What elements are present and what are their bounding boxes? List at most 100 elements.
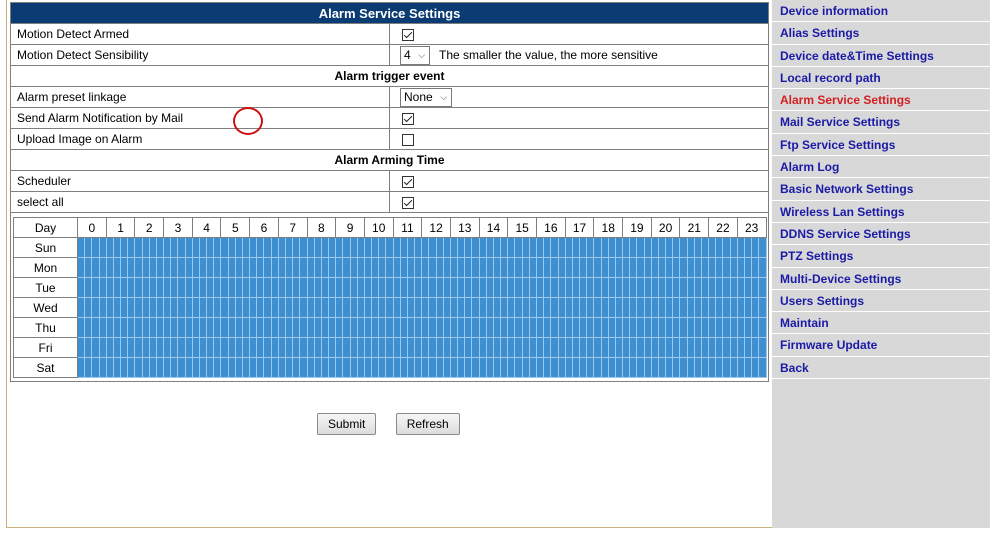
hour-header[interactable]: 3 — [163, 217, 193, 238]
schedule-slot[interactable] — [449, 297, 459, 318]
schedule-slot[interactable] — [191, 337, 200, 358]
schedule-slot[interactable] — [428, 277, 437, 298]
schedule-slot[interactable] — [457, 337, 466, 358]
schedule-slot[interactable] — [722, 337, 731, 358]
schedule-slot[interactable] — [249, 337, 258, 358]
schedule-slot[interactable] — [528, 277, 538, 298]
schedule-slot[interactable] — [543, 357, 552, 378]
schedule-slot[interactable] — [679, 277, 688, 298]
schedule-slot[interactable] — [399, 257, 408, 278]
schedule-slot[interactable] — [492, 237, 502, 258]
schedule-slot[interactable] — [249, 357, 258, 378]
schedule-slot[interactable] — [198, 357, 208, 378]
schedule-slot[interactable] — [105, 237, 114, 258]
schedule-slot[interactable] — [622, 317, 631, 338]
schedule-slot[interactable] — [98, 317, 107, 338]
schedule-slot[interactable] — [284, 357, 294, 378]
schedule-slot[interactable] — [335, 237, 344, 258]
schedule-slot[interactable] — [442, 337, 451, 358]
schedule-slot[interactable] — [213, 317, 222, 338]
schedule-slot[interactable] — [564, 257, 573, 278]
schedule-slot[interactable] — [743, 317, 753, 338]
schedule-slot[interactable] — [607, 257, 616, 278]
schedule-slot[interactable] — [299, 277, 308, 298]
schedule-slot[interactable] — [399, 237, 408, 258]
schedule-slot[interactable] — [328, 357, 337, 378]
schedule-slot[interactable] — [736, 317, 745, 338]
schedule-slot[interactable] — [349, 317, 358, 338]
schedule-slot[interactable] — [263, 297, 272, 318]
schedule-slot[interactable] — [363, 257, 373, 278]
schedule-slot[interactable] — [127, 257, 136, 278]
schedule-slot[interactable] — [134, 337, 143, 358]
schedule-slot[interactable] — [241, 237, 251, 258]
schedule-slot[interactable] — [665, 277, 674, 298]
schedule-slot[interactable] — [399, 357, 408, 378]
schedule-slot[interactable] — [614, 297, 624, 318]
schedule-slot[interactable] — [378, 317, 387, 338]
schedule-slot[interactable] — [672, 277, 681, 298]
schedule-slot[interactable] — [120, 237, 129, 258]
schedule-slot[interactable] — [543, 297, 552, 318]
schedule-slot[interactable] — [622, 297, 631, 318]
schedule-slot[interactable] — [672, 337, 681, 358]
schedule-slot[interactable] — [650, 237, 659, 258]
schedule-slot[interactable] — [650, 257, 659, 278]
schedule-slot[interactable] — [299, 357, 308, 378]
schedule-slot[interactable] — [485, 257, 494, 278]
schedule-slot[interactable] — [313, 337, 322, 358]
schedule-slot[interactable] — [155, 297, 165, 318]
schedule-slot[interactable] — [399, 277, 408, 298]
schedule-slot[interactable] — [292, 257, 301, 278]
schedule-slot[interactable] — [198, 237, 208, 258]
day-label[interactable]: Mon — [13, 257, 78, 278]
schedule-slot[interactable] — [700, 257, 710, 278]
schedule-slot[interactable] — [406, 257, 416, 278]
hour-header[interactable]: 17 — [564, 217, 595, 238]
schedule-slot[interactable] — [672, 317, 681, 338]
schedule-slot[interactable] — [127, 297, 136, 318]
schedule-slot[interactable] — [227, 317, 236, 338]
schedule-slot[interactable] — [328, 257, 337, 278]
schedule-slot[interactable] — [600, 297, 609, 318]
schedule-slot[interactable] — [600, 317, 609, 338]
schedule-slot[interactable] — [198, 277, 208, 298]
schedule-slot[interactable] — [693, 317, 702, 338]
schedule-slot[interactable] — [91, 317, 100, 338]
schedule-slot[interactable] — [557, 297, 566, 318]
schedule-slot[interactable] — [220, 297, 229, 318]
schedule-slot[interactable] — [198, 297, 208, 318]
schedule-slot[interactable] — [141, 277, 150, 298]
schedule-slot[interactable] — [227, 337, 236, 358]
schedule-slot[interactable] — [184, 277, 193, 298]
schedule-slot[interactable] — [241, 357, 251, 378]
schedule-slot[interactable] — [363, 297, 373, 318]
schedule-slot[interactable] — [543, 277, 552, 298]
schedule-slot[interactable] — [557, 357, 566, 378]
schedule-slot[interactable] — [163, 337, 172, 358]
schedule-slot[interactable] — [514, 237, 523, 258]
schedule-slot[interactable] — [751, 297, 760, 318]
schedule-slot[interactable] — [399, 337, 408, 358]
schedule-slot[interactable] — [521, 357, 530, 378]
schedule-slot[interactable] — [464, 297, 473, 318]
schedule-slot[interactable] — [579, 337, 588, 358]
schedule-slot[interactable] — [385, 317, 394, 338]
schedule-slot[interactable] — [471, 237, 480, 258]
schedule-slot[interactable] — [170, 317, 179, 338]
schedule-slot[interactable] — [234, 297, 243, 318]
schedule-slot[interactable] — [356, 337, 365, 358]
schedule-slot[interactable] — [155, 237, 165, 258]
schedule-slot[interactable] — [643, 337, 652, 358]
schedule-slot[interactable] — [184, 317, 193, 338]
schedule-slot[interactable] — [421, 357, 430, 378]
schedule-slot[interactable] — [758, 257, 767, 278]
schedule-slot[interactable] — [550, 237, 559, 258]
schedule-slot[interactable] — [220, 237, 229, 258]
schedule-slot[interactable] — [98, 237, 107, 258]
schedule-slot[interactable] — [421, 257, 430, 278]
hour-header[interactable]: 23 — [736, 217, 767, 238]
schedule-slot[interactable] — [636, 357, 645, 378]
schedule-slot[interactable] — [127, 337, 136, 358]
schedule-slot[interactable] — [564, 357, 573, 378]
